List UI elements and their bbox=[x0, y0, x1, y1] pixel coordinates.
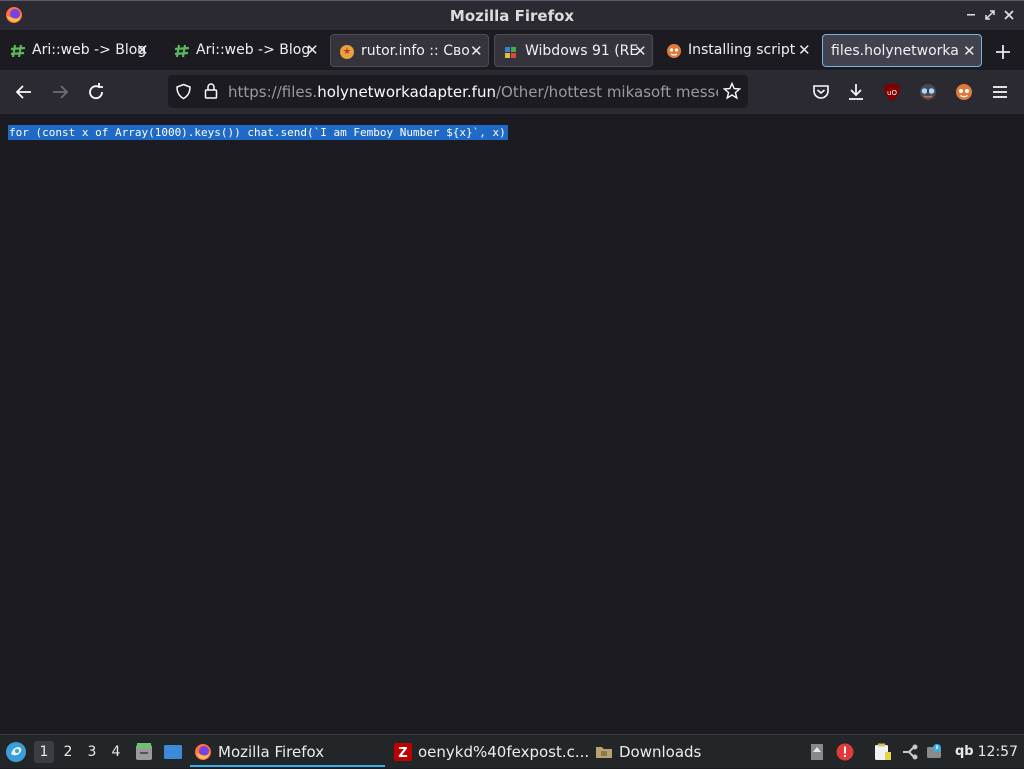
downloads-button[interactable] bbox=[845, 81, 867, 103]
url-bar[interactable]: https://files.holynetworkadapter.fun/Oth… bbox=[168, 75, 748, 108]
tab-wibdows91[interactable]: Wibdows 91 (RE ✕ bbox=[494, 34, 653, 67]
forward-button[interactable] bbox=[49, 81, 71, 103]
tab-close-icon[interactable]: ✕ bbox=[306, 34, 319, 67]
warning-icon[interactable] bbox=[836, 743, 854, 761]
tab-close-icon[interactable]: ✕ bbox=[470, 35, 483, 66]
glasses-face-icon bbox=[920, 84, 936, 100]
tray-updown-icon[interactable] bbox=[808, 743, 826, 761]
arrow-left-icon bbox=[15, 85, 31, 99]
reload-icon bbox=[89, 83, 103, 100]
new-tab-button[interactable] bbox=[991, 40, 1015, 64]
url-prefix: https://files. bbox=[228, 83, 318, 101]
qbittorrent-tray[interactable]: qb bbox=[955, 735, 974, 769]
workspace-3[interactable]: 3 bbox=[82, 741, 102, 763]
pocket-icon bbox=[813, 85, 829, 99]
restore-icon bbox=[985, 10, 995, 20]
tab-close-icon[interactable]: ✕ bbox=[963, 35, 976, 66]
network-icon[interactable] bbox=[901, 743, 919, 761]
tampermonkey-icon bbox=[667, 44, 681, 58]
tab-installing-script[interactable]: Installing script ✕ bbox=[658, 34, 816, 67]
shield-icon[interactable] bbox=[175, 83, 192, 100]
taskbar: 1 2 3 4 Mozilla Firefox Z oenykd%40fexpo… bbox=[0, 734, 1024, 768]
tab-ariweb-blog-1[interactable]: Ari::web -> Blog ✕ bbox=[2, 34, 154, 67]
clipboard-icon[interactable] bbox=[873, 743, 891, 761]
url-path: /Other/hottest mikasoft messenge bbox=[495, 83, 718, 101]
hash-green-icon bbox=[174, 44, 190, 58]
hash-green-icon bbox=[10, 44, 26, 58]
tab-label: Installing script bbox=[688, 42, 796, 58]
task-filezilla[interactable]: Z oenykd%40fexpost.c... bbox=[390, 737, 589, 767]
minimize-icon bbox=[967, 14, 975, 16]
tab-strip: Ari::web -> Blog ✕ Ari::web -> Blog ✕ ru… bbox=[0, 30, 1024, 70]
workspace-4[interactable]: 4 bbox=[106, 741, 126, 763]
tab-files-holynetworkadapter[interactable]: files.holynetworka ✕ bbox=[822, 34, 982, 67]
star-icon[interactable] bbox=[723, 82, 741, 100]
close-window-button[interactable] bbox=[1001, 7, 1017, 23]
task-label: Downloads bbox=[619, 743, 702, 761]
firefox-icon bbox=[195, 744, 211, 760]
page-content: for (const x of Array(1000).keys()) chat… bbox=[0, 114, 1024, 734]
tampermonkey-button[interactable] bbox=[953, 81, 975, 103]
update-notifier-icon[interactable] bbox=[925, 743, 943, 761]
show-desktop-icon[interactable] bbox=[163, 743, 183, 761]
url-host: holynetworkadapter.fun bbox=[317, 83, 496, 101]
tab-label: Wibdows 91 (RE bbox=[525, 43, 639, 59]
download-icon bbox=[849, 84, 863, 100]
workspace-2[interactable]: 2 bbox=[58, 741, 78, 763]
tab-label: rutor.info :: Сво bbox=[361, 43, 470, 59]
plus-icon bbox=[996, 45, 1010, 59]
back-button[interactable] bbox=[13, 81, 35, 103]
tab-close-icon[interactable]: ✕ bbox=[798, 34, 811, 67]
task-label: oenykd%40fexpost.c... bbox=[418, 743, 590, 761]
extension-glasses-button[interactable] bbox=[917, 81, 939, 103]
minimize-button[interactable] bbox=[963, 7, 979, 23]
task-label: Mozilla Firefox bbox=[218, 743, 325, 761]
tab-ariweb-blog-2[interactable]: Ari::web -> Blog ✕ bbox=[166, 34, 324, 67]
ublock-origin-icon: uO bbox=[884, 83, 900, 101]
tab-label: files.holynetworka bbox=[831, 43, 959, 59]
task-downloads[interactable]: Downloads bbox=[591, 737, 741, 767]
workspace-1[interactable]: 1 bbox=[34, 741, 54, 763]
arrow-right-icon bbox=[53, 85, 69, 99]
svg-text:uO: uO bbox=[887, 89, 897, 97]
folder-icon bbox=[596, 747, 612, 758]
code-line-selected[interactable]: for (const x of Array(1000).keys()) chat… bbox=[8, 125, 508, 140]
svg-text:Z: Z bbox=[398, 746, 407, 761]
close-icon bbox=[1004, 10, 1014, 20]
rutor-icon bbox=[340, 45, 354, 59]
app-launcher-icon[interactable] bbox=[5, 741, 27, 763]
task-mozilla-firefox[interactable]: Mozilla Firefox bbox=[190, 737, 385, 767]
tab-close-icon[interactable]: ✕ bbox=[634, 35, 647, 66]
tab-rutor[interactable]: rutor.info :: Сво ✕ bbox=[330, 34, 489, 67]
tampermonkey-icon bbox=[956, 84, 972, 100]
navigation-toolbar: https://files.holynetworkadapter.fun/Oth… bbox=[0, 70, 1024, 114]
clock[interactable]: 12:57 bbox=[978, 735, 1018, 769]
hamburger-menu-icon bbox=[993, 86, 1007, 98]
wibdows-icon bbox=[505, 47, 516, 58]
tab-close-icon[interactable]: ✕ bbox=[136, 34, 149, 67]
window-titlebar: Mozilla Firefox bbox=[0, 0, 1024, 30]
url-text[interactable]: https://files.holynetworkadapter.fun/Oth… bbox=[228, 83, 718, 101]
window-title: Mozilla Firefox bbox=[449, 7, 575, 25]
filezilla-icon: Z bbox=[394, 743, 412, 761]
ublock-button[interactable]: uO bbox=[881, 81, 903, 103]
menu-button[interactable] bbox=[989, 81, 1011, 103]
pocket-button[interactable] bbox=[810, 81, 832, 103]
lock-icon[interactable] bbox=[203, 82, 219, 100]
reload-button[interactable] bbox=[85, 81, 107, 103]
restore-button[interactable] bbox=[982, 7, 998, 23]
tab-label: Ari::web -> Blog bbox=[196, 42, 311, 58]
file-manager-launcher-icon[interactable] bbox=[134, 742, 154, 762]
